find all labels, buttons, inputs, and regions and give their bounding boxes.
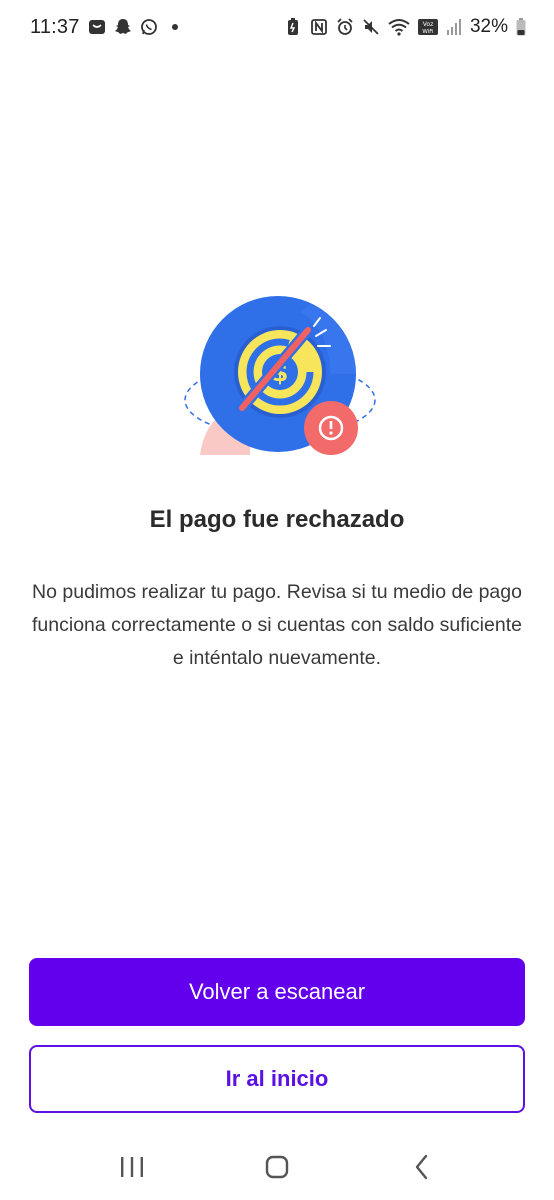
nfc-icon [311, 19, 327, 35]
battery-icon [516, 18, 526, 36]
alarm-icon [337, 18, 353, 35]
wifi-icon [388, 19, 410, 36]
whatsapp-icon [140, 19, 157, 35]
mute-icon [363, 19, 379, 35]
payment-rejected-icon: $ [184, 296, 376, 455]
home-icon[interactable] [257, 1147, 297, 1187]
back-icon[interactable] [402, 1147, 442, 1187]
payment-rejected-screen: 11:37 Voz WiFi 32% $ El pago fue rechaza… [0, 0, 554, 1200]
battery-percent: 32% [469, 16, 508, 37]
battery-saver-icon [287, 18, 298, 35]
notification-dot-icon [171, 24, 178, 30]
shopping-bag-icon [88, 20, 105, 34]
vowifi-icon: Voz WiFi [417, 19, 438, 35]
status-bar: 11:37 Voz WiFi 32% [0, 0, 554, 54]
svg-text:WiFi: WiFi [422, 29, 434, 35]
status-right: Voz WiFi 32% [284, 16, 526, 38]
page-title: El pago fue rechazado [149, 506, 405, 533]
go-home-button-label: Ir al inicio [225, 1066, 329, 1091]
error-description: No pudimos realizar tu pago. Revisa si t… [32, 581, 522, 669]
rescan-button[interactable]: Volver a escanear [29, 958, 525, 1026]
signal-icon [446, 19, 461, 35]
snapchat-icon [114, 19, 131, 34]
rescan-button-label: Volver a escanear [188, 979, 366, 1004]
recent-apps-icon[interactable] [112, 1147, 152, 1187]
svg-text:Voz: Voz [423, 21, 433, 28]
system-nav-bar [0, 1134, 554, 1200]
status-time: 11:37 [30, 15, 80, 38]
status-left: 11:37 [30, 16, 178, 39]
go-home-button[interactable]: Ir al inicio [29, 1045, 525, 1113]
